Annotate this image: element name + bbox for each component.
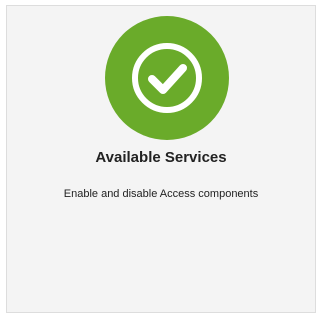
card-title: Available Services bbox=[95, 149, 227, 166]
check-circle-icon bbox=[105, 16, 229, 140]
card-description: Enable and disable Access components bbox=[63, 188, 259, 200]
available-services-card[interactable]: Available Services Enable and disable Ac… bbox=[6, 5, 316, 313]
